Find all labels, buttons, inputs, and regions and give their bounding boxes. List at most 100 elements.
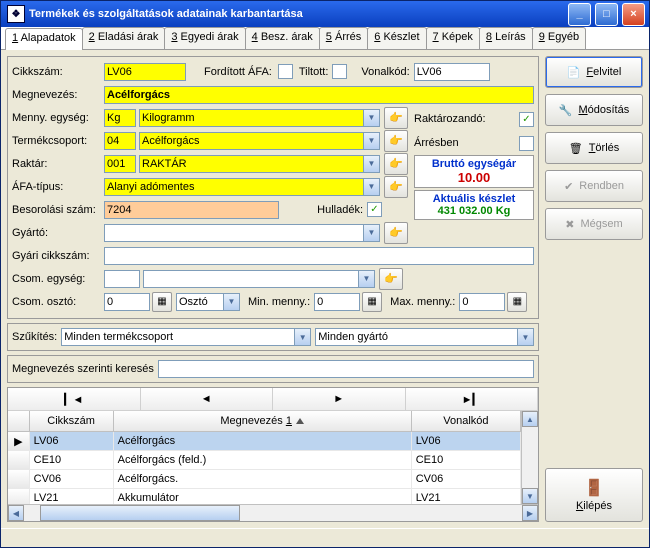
cell-vonalkod: CV06 xyxy=(412,470,521,488)
hulladek-checkbox[interactable]: ✓ xyxy=(367,202,382,217)
termekcs-code-input[interactable]: 04 xyxy=(104,132,136,150)
minimize-button[interactable]: _ xyxy=(568,3,591,26)
termekcs-lookup-button[interactable]: 👉 xyxy=(384,130,408,152)
menny-code-input[interactable]: Kg xyxy=(104,109,136,127)
csom-egyseg-lookup-button[interactable]: 👉 xyxy=(379,268,403,290)
row-indicator xyxy=(8,489,30,504)
tab-alapadatok[interactable]: 1 Alapadatok xyxy=(5,28,83,50)
afa-lookup-button[interactable]: 👉 xyxy=(384,176,408,198)
label-csom-oszto: Csom. osztó: xyxy=(12,296,104,308)
label-megnevezes: Megnevezés: xyxy=(12,89,104,101)
cell-vonalkod: CE10 xyxy=(412,451,521,469)
table-row[interactable]: LV21AkkumulátorLV21 xyxy=(8,489,521,504)
lookup-icon: 👉 xyxy=(389,157,403,170)
exit-icon: 🚪 xyxy=(584,478,604,498)
megnevezes-input[interactable]: Acélforgács xyxy=(104,86,534,104)
max-menny-calc-button[interactable]: ▦ xyxy=(507,292,527,312)
gyari-cikkszam-input[interactable] xyxy=(104,247,534,265)
vonalkod-input[interactable]: LV06 xyxy=(414,63,490,81)
menny-dropdown-button[interactable]: ▼ xyxy=(364,109,380,127)
menny-name-select[interactable]: Kilogramm xyxy=(139,109,364,127)
szukites-termekcs-dropdown-button[interactable]: ▼ xyxy=(295,328,311,346)
raktar-lookup-button[interactable]: 👉 xyxy=(384,153,408,175)
modositas-button[interactable]: 🔧Módosítás xyxy=(545,94,643,126)
tab-leiras[interactable]: 8 Leírás xyxy=(479,27,533,49)
label-gyarto: Gyártó: xyxy=(12,227,104,239)
afa-dropdown-button[interactable]: ▼ xyxy=(364,178,380,196)
tiltott-checkbox[interactable] xyxy=(332,64,347,79)
nav-next-button[interactable]: ► xyxy=(273,388,406,410)
cikkszam-input[interactable]: LV06 xyxy=(104,63,186,81)
table-row[interactable]: CE10Acélforgács (feld.)CE10 xyxy=(8,451,521,470)
raktarozando-checkbox[interactable]: ✓ xyxy=(519,112,534,127)
tab-eladasi-arak[interactable]: 2 Eladási árak xyxy=(82,27,166,49)
grid-header-cikkszam[interactable]: Cikkszám xyxy=(30,411,114,431)
raktar-dropdown-button[interactable]: ▼ xyxy=(364,155,380,173)
grid-header-megnevezes[interactable]: Megnevezés 1 xyxy=(114,411,412,431)
scroll-left-button[interactable]: ◀ xyxy=(8,505,24,521)
afa-tipus-select[interactable]: Alanyi adómentes xyxy=(104,178,364,196)
nav-first-button[interactable]: ▎◄ xyxy=(8,388,141,410)
nav-prev-button[interactable]: ◄ xyxy=(141,388,274,410)
sort-asc-icon xyxy=(296,418,304,424)
label-szukites: Szűkítés: xyxy=(12,331,57,343)
maximize-button[interactable]: □ xyxy=(595,3,618,26)
search-input[interactable] xyxy=(158,360,534,378)
label-csom-egyseg: Csom. egység: xyxy=(12,273,104,285)
tab-egyedi-arak[interactable]: 3 Egyedi árak xyxy=(164,27,245,49)
lookup-icon: 👉 xyxy=(389,226,403,239)
scroll-right-button[interactable]: ▶ xyxy=(522,505,538,521)
csom-egyseg-code-input[interactable] xyxy=(104,270,140,288)
forditott-afa-checkbox[interactable] xyxy=(278,64,293,79)
scroll-down-button[interactable]: ▼ xyxy=(522,488,538,504)
min-menny-input[interactable]: 0 xyxy=(314,293,360,311)
scroll-thumb[interactable] xyxy=(40,505,240,521)
scroll-up-button[interactable]: ▲ xyxy=(522,411,538,427)
tab-kepek[interactable]: 7 Képek xyxy=(426,27,480,49)
tab-bar: 1 Alapadatok 2 Eladási árak 3 Egyedi ára… xyxy=(1,27,649,50)
vertical-scrollbar[interactable]: ▲ ▼ xyxy=(521,411,538,504)
table-row[interactable]: CV06Acélforgács.CV06 xyxy=(8,470,521,489)
rendben-button: ✔Rendben xyxy=(545,170,643,202)
label-menny-egyseg: Menny. egység: xyxy=(12,112,104,124)
raktar-name-select[interactable]: RAKTÁR xyxy=(139,155,364,173)
felvitel-button[interactable]: 📄Felvitel xyxy=(545,56,643,88)
nav-last-button[interactable]: ►▎ xyxy=(406,388,539,410)
csom-oszto-calc-button[interactable]: ▦ xyxy=(152,292,172,312)
horizontal-scrollbar[interactable]: ◀ ▶ xyxy=(8,504,538,521)
table-row[interactable]: ▶LV06AcélforgácsLV06 xyxy=(8,432,521,451)
oszto-dropdown-button[interactable]: ▼ xyxy=(224,293,240,311)
torles-button[interactable]: 🗑Törlés xyxy=(545,132,643,164)
szukites-termekcs-select[interactable]: Minden termékcsoport xyxy=(61,328,295,346)
oszto-select[interactable]: Osztó xyxy=(176,293,224,311)
besorolasi-input[interactable]: 7204 xyxy=(104,201,279,219)
tab-besz-arak[interactable]: 4 Besz. árak xyxy=(245,27,320,49)
lookup-icon: 👉 xyxy=(389,111,403,124)
csom-egyseg-dropdown-button[interactable]: ▼ xyxy=(359,270,375,288)
cell-megnevezes: Akkumulátor xyxy=(114,489,412,504)
grid-header-vonalkod[interactable]: Vonalkód xyxy=(412,411,521,431)
csom-oszto-input[interactable]: 0 xyxy=(104,293,150,311)
szukites-gyarto-select[interactable]: Minden gyártó xyxy=(315,328,518,346)
termekcs-dropdown-button[interactable]: ▼ xyxy=(364,132,380,150)
close-button[interactable]: × xyxy=(622,3,645,26)
brutto-value: 10.00 xyxy=(417,170,531,185)
min-menny-calc-button[interactable]: ▦ xyxy=(362,292,382,312)
gyarto-select[interactable] xyxy=(104,224,364,242)
termekcs-name-select[interactable]: Acélforgács xyxy=(139,132,364,150)
max-menny-input[interactable]: 0 xyxy=(459,293,505,311)
kilepes-button[interactable]: 🚪Kilépés xyxy=(545,468,643,522)
cell-vonalkod: LV21 xyxy=(412,489,521,504)
csom-egyseg-select[interactable] xyxy=(143,270,359,288)
tab-arres[interactable]: 5 Árrés xyxy=(319,27,368,49)
raktar-code-input[interactable]: 001 xyxy=(104,155,136,173)
szukites-gyarto-dropdown-button[interactable]: ▼ xyxy=(518,328,534,346)
titlebar: ❖ Termékek és szolgáltatások adatainak k… xyxy=(1,1,649,27)
arresben-checkbox[interactable] xyxy=(519,136,534,151)
gyarto-lookup-button[interactable]: 👉 xyxy=(384,222,408,244)
tab-egyeb[interactable]: 9 Egyéb xyxy=(532,27,586,49)
menny-lookup-button[interactable]: 👉 xyxy=(384,107,408,129)
brutto-infobox: Bruttó egységár 10.00 xyxy=(414,155,534,188)
gyarto-dropdown-button[interactable]: ▼ xyxy=(364,224,380,242)
tab-keszlet[interactable]: 6 Készlet xyxy=(367,27,426,49)
